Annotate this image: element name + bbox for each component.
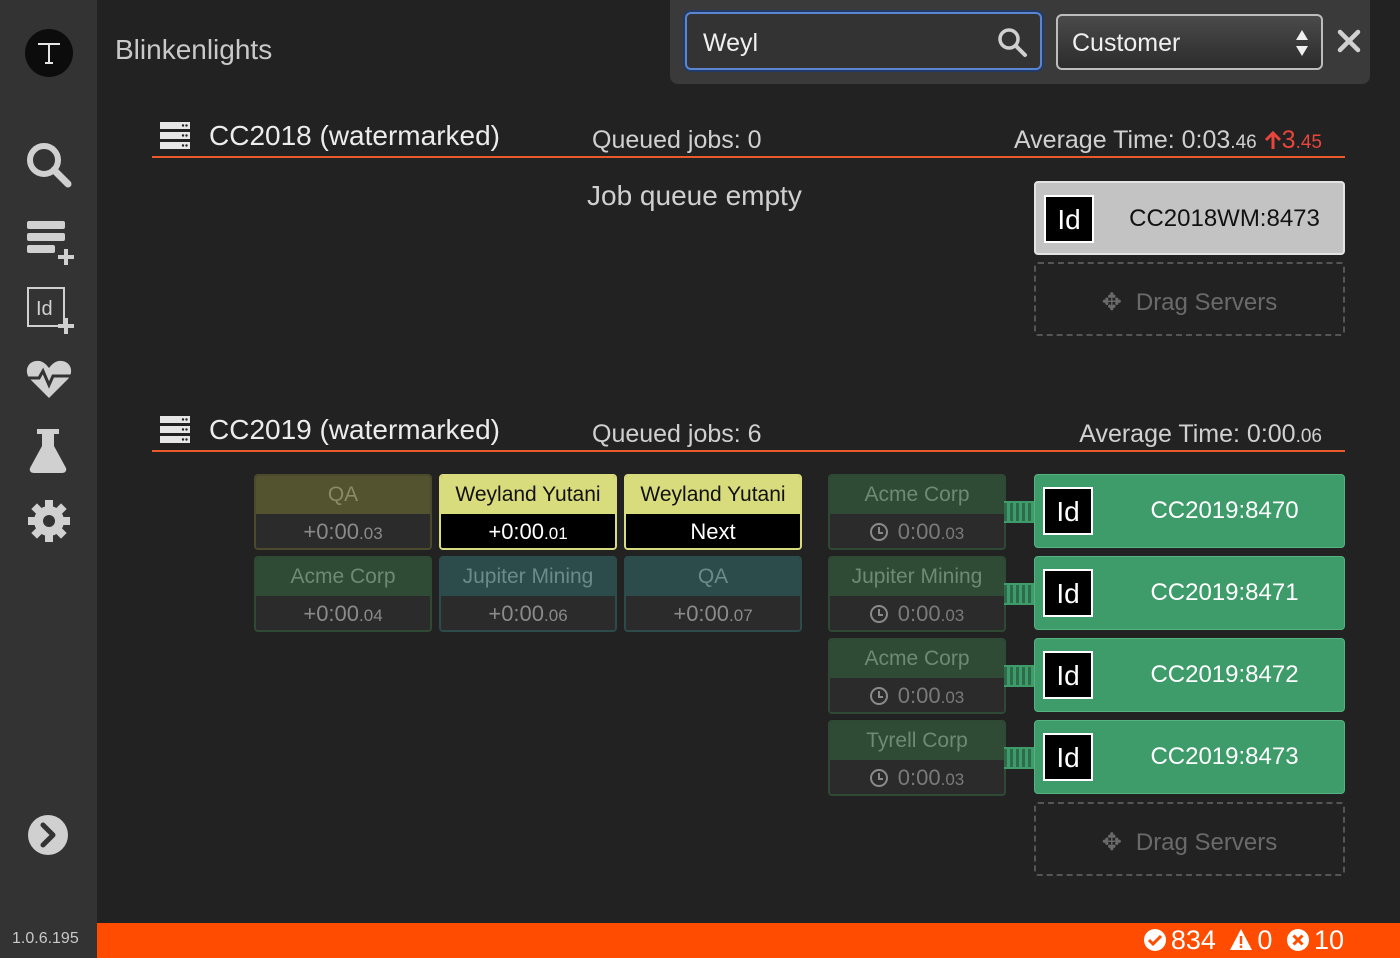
queued-jobs-count: Queued jobs: 6 xyxy=(592,420,762,448)
server-card[interactable]: Id CC2019:8473 xyxy=(1034,720,1345,794)
clock-icon xyxy=(869,769,888,787)
job-next-label: Next xyxy=(626,514,800,548)
version-label: 1.0.6.195 xyxy=(12,930,79,947)
sidebar: Id 1.0.6.195 xyxy=(0,0,97,958)
queued-job-card-highlighted[interactable]: Weyland Yutani Next xyxy=(624,474,802,550)
job-customer: Jupiter Mining xyxy=(830,558,1004,596)
job-customer: Tyrell Corp xyxy=(830,722,1004,760)
queued-job-card[interactable]: QA +0:00.07 xyxy=(624,556,802,632)
add-queue-icon[interactable] xyxy=(22,215,76,269)
queued-jobs-count: Queued jobs: 0 xyxy=(592,126,762,154)
clock-icon xyxy=(869,687,888,705)
running-job-card[interactable]: Jupiter Mining 0:00.03 xyxy=(828,556,1006,632)
health-icon[interactable] xyxy=(22,352,76,406)
expand-chevron-icon[interactable] xyxy=(22,808,76,862)
job-elapsed-time: 0:00.03 xyxy=(830,514,1004,548)
server-stack-icon xyxy=(160,122,190,149)
running-job-card[interactable]: Tyrell Corp 0:00.03 xyxy=(828,720,1006,796)
empty-queue-message: Job queue empty xyxy=(587,180,802,211)
queued-job-card-highlighted[interactable]: Weyland Yutani +0:00.01 xyxy=(439,474,617,550)
running-job-card[interactable]: Acme Corp 0:00.03 xyxy=(828,638,1006,714)
server-name: CC2019:8473 xyxy=(1150,743,1299,770)
app-title: Blinkenlights xyxy=(115,34,273,65)
queued-job-card[interactable]: QA +0:00.03 xyxy=(254,474,432,550)
average-time: Average Time: 0:03.46 3.45 xyxy=(1013,126,1322,154)
warning-count: 0 xyxy=(1257,925,1273,955)
arrow-up-icon xyxy=(1264,130,1281,149)
job-wait-time: +0:00.03 xyxy=(256,514,430,548)
error-count: 10 xyxy=(1313,925,1344,955)
add-server-icon[interactable]: Id xyxy=(22,284,76,338)
search-icon[interactable] xyxy=(22,138,76,192)
server-stack-icon xyxy=(160,416,190,443)
status-counts: 834 0 10 xyxy=(1137,925,1344,956)
filter-field-select[interactable]: Customer xyxy=(1056,14,1323,70)
job-server-connector xyxy=(1004,583,1034,605)
section-divider xyxy=(152,450,1345,452)
server-name: CC2019:8471 xyxy=(1150,579,1299,606)
job-server-connector xyxy=(1004,665,1034,687)
average-time: Average Time: 0:00.06 xyxy=(1079,420,1322,448)
job-elapsed-time: 0:00.03 xyxy=(830,596,1004,630)
server-card[interactable]: Id CC2018WM:8473 xyxy=(1034,181,1345,255)
search-input[interactable]: Weyl xyxy=(685,12,1042,70)
job-customer: Acme Corp xyxy=(256,558,430,596)
job-customer: Weyland Yutani xyxy=(441,476,615,514)
job-elapsed-time: 0:00.03 xyxy=(830,760,1004,794)
queued-job-card[interactable]: Jupiter Mining +0:00.06 xyxy=(439,556,617,632)
clock-icon xyxy=(869,605,888,623)
drag-servers-dropzone[interactable]: ✥ Drag Servers xyxy=(1034,262,1345,336)
average-time-delta: 3.45 xyxy=(1264,126,1322,154)
app-logo[interactable] xyxy=(25,29,73,77)
filter-selected-value: Customer xyxy=(1072,29,1181,57)
check-circle-icon xyxy=(1143,929,1166,951)
svg-text:Id: Id xyxy=(36,298,53,320)
move-arrows-icon: ✥ xyxy=(1101,829,1122,856)
job-customer: Acme Corp xyxy=(830,640,1004,678)
indesign-server-icon: Id xyxy=(1043,651,1093,699)
close-icon[interactable] xyxy=(1334,26,1364,56)
server-name: CC2019:8472 xyxy=(1150,661,1299,688)
status-bar: 834 0 10 xyxy=(97,923,1400,958)
server-card[interactable]: Id CC2019:8470 xyxy=(1034,474,1345,548)
job-customer: Weyland Yutani xyxy=(626,476,800,514)
error-circle-icon xyxy=(1286,929,1309,951)
settings-gear-icon[interactable] xyxy=(22,494,76,548)
indesign-server-icon: Id xyxy=(1044,195,1094,243)
section-title: CC2018 (watermarked) xyxy=(209,120,500,151)
section-divider xyxy=(152,156,1345,158)
job-customer: QA xyxy=(256,476,430,514)
job-wait-time: +0:00.04 xyxy=(256,596,430,630)
app-window: Id 1.0.6.195 Blinkenlights Weyl Customer… xyxy=(0,0,1400,958)
warning-triangle-icon xyxy=(1230,929,1253,950)
section-title: CC2019 (watermarked) xyxy=(209,414,500,445)
search-icon[interactable] xyxy=(996,26,1028,58)
success-count: 834 xyxy=(1170,925,1216,955)
move-arrows-icon: ✥ xyxy=(1101,289,1122,316)
clock-icon xyxy=(869,523,888,541)
job-customer: Acme Corp xyxy=(830,476,1004,514)
job-elapsed-time: 0:00.03 xyxy=(830,678,1004,712)
queued-job-card[interactable]: Acme Corp +0:00.04 xyxy=(254,556,432,632)
running-job-card[interactable]: Acme Corp 0:00.03 xyxy=(828,474,1006,550)
job-server-connector xyxy=(1004,501,1034,523)
server-name: CC2018WM:8473 xyxy=(1129,205,1320,232)
lab-flask-icon[interactable] xyxy=(22,424,76,478)
server-card[interactable]: Id CC2019:8471 xyxy=(1034,556,1345,630)
job-wait-time: +0:00.01 xyxy=(441,514,615,548)
job-wait-time: +0:00.07 xyxy=(626,596,800,630)
indesign-server-icon: Id xyxy=(1043,733,1093,781)
search-panel: Weyl Customer xyxy=(670,0,1370,84)
search-input-value: Weyl xyxy=(703,29,759,57)
job-customer: Jupiter Mining xyxy=(441,558,615,596)
server-card[interactable]: Id CC2019:8472 xyxy=(1034,638,1345,712)
job-wait-time: +0:00.06 xyxy=(441,596,615,630)
indesign-server-icon: Id xyxy=(1043,487,1093,535)
job-server-connector xyxy=(1004,747,1034,769)
indesign-server-icon: Id xyxy=(1043,569,1093,617)
server-name: CC2019:8470 xyxy=(1150,497,1299,524)
job-customer: QA xyxy=(626,558,800,596)
select-arrows-icon xyxy=(1296,30,1308,56)
drag-servers-dropzone[interactable]: ✥ Drag Servers xyxy=(1034,802,1345,876)
